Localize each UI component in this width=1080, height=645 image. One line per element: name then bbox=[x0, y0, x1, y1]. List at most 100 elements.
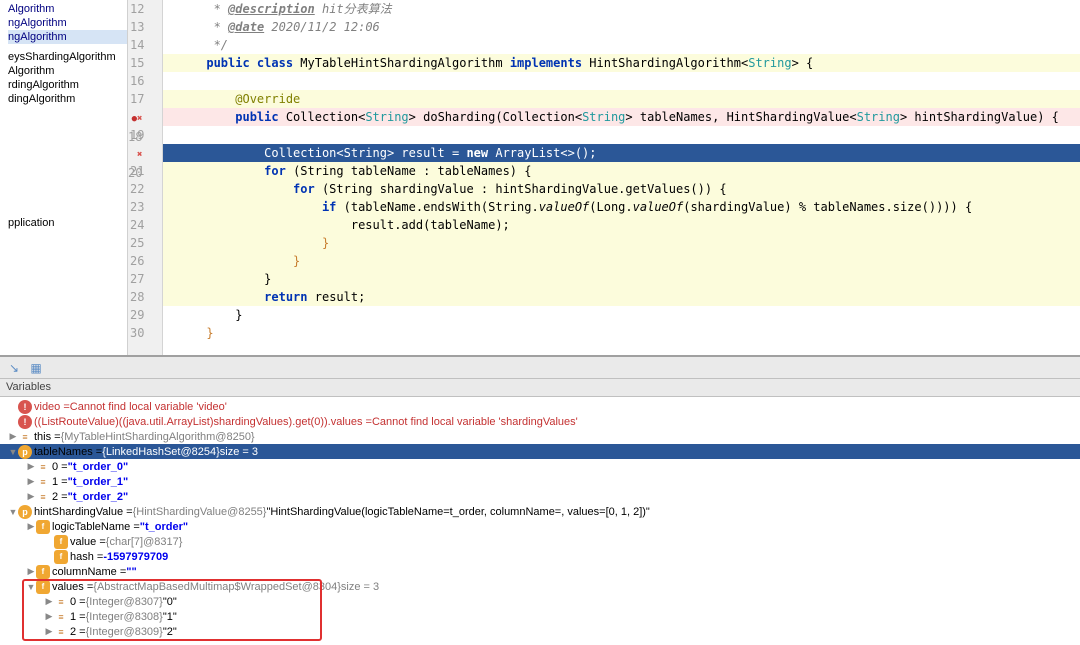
expander-icon[interactable]: ▼ bbox=[8, 507, 18, 517]
expander-icon[interactable]: ▶ bbox=[26, 461, 36, 472]
line-number: 29 bbox=[128, 306, 144, 324]
code-line[interactable]: } bbox=[163, 234, 1080, 252]
tree-item[interactable]: eysShardingAlgorithm bbox=[8, 50, 127, 64]
var-text: Cannot find local variable 'shardingValu… bbox=[372, 416, 578, 428]
expander-icon[interactable]: ▼ bbox=[8, 447, 18, 457]
f-icon: f bbox=[36, 580, 50, 594]
line-number: 16 bbox=[128, 72, 144, 90]
err-icon: ! bbox=[18, 415, 32, 429]
top-pane: AlgorithmngAlgorithmngAlgorithmeysShardi… bbox=[0, 0, 1080, 355]
code-line[interactable]: * @date 2020/11/2 12:06 bbox=[163, 18, 1080, 36]
var-row[interactable]: ▶fcolumnName = "" bbox=[0, 564, 1080, 579]
tree-item[interactable]: ngAlgorithm bbox=[8, 16, 127, 30]
var-row[interactable]: ▶≡0 = {Integer@8307} "0" bbox=[0, 594, 1080, 609]
line-number: ●✖ 18 bbox=[128, 108, 144, 126]
var-row[interactable]: ▶≡2 = {Integer@8309} "2" bbox=[0, 624, 1080, 639]
var-text: {AbstractMapBasedMultimap$WrappedSet@830… bbox=[93, 581, 341, 593]
expander-icon[interactable]: ▶ bbox=[8, 431, 18, 442]
var-text: 1 = bbox=[52, 476, 68, 488]
expander-icon[interactable]: ▶ bbox=[44, 626, 54, 637]
var-row[interactable]: ▶≡this = {MyTableHintShardingAlgorithm@8… bbox=[0, 429, 1080, 444]
line-number: 30 bbox=[128, 324, 144, 342]
eq-icon: ≡ bbox=[36, 475, 50, 489]
code-line[interactable]: */ bbox=[163, 36, 1080, 54]
var-row[interactable]: ▼ptableNames = {LinkedHashSet@8254} size… bbox=[0, 444, 1080, 459]
debug-pane: ↘ ▦ Variables !video = Cannot find local… bbox=[0, 355, 1080, 645]
var-text: 1 = bbox=[70, 611, 86, 623]
debug-toolbar[interactable]: ↘ ▦ bbox=[0, 357, 1080, 379]
expander-icon[interactable]: ▶ bbox=[44, 611, 54, 622]
var-row[interactable]: fhash = -1597979709 bbox=[0, 549, 1080, 564]
var-row[interactable]: !video = Cannot find local variable 'vid… bbox=[0, 399, 1080, 414]
var-text: "HintShardingValue(logicTableName=t_orde… bbox=[266, 506, 649, 518]
code-line[interactable]: return result; bbox=[163, 288, 1080, 306]
var-row[interactable]: !((ListRouteValue)((java.util.ArrayList)… bbox=[0, 414, 1080, 429]
code-line[interactable] bbox=[163, 72, 1080, 90]
var-text: "t_order_1" bbox=[68, 476, 129, 488]
variables-tab[interactable]: Variables bbox=[0, 379, 1080, 397]
frames-icon[interactable]: ▦ bbox=[28, 360, 44, 376]
code-line[interactable]: } bbox=[163, 252, 1080, 270]
var-text: "1" bbox=[163, 611, 177, 623]
var-text: "" bbox=[126, 566, 136, 578]
var-text: {HintShardingValue@8255} bbox=[133, 506, 267, 518]
expander-icon[interactable]: ▶ bbox=[26, 521, 36, 532]
code-line[interactable]: } bbox=[163, 270, 1080, 288]
code-line[interactable] bbox=[163, 126, 1080, 144]
code-line[interactable]: Collection<String> result = new ArrayLis… bbox=[163, 144, 1080, 162]
code-line[interactable]: public class MyTableHintShardingAlgorith… bbox=[163, 54, 1080, 72]
var-text: size = 3 bbox=[220, 446, 258, 458]
code-editor[interactable]: 121314151617●✖ 1819✖ 2021222324252627282… bbox=[128, 0, 1080, 355]
expander-icon[interactable]: ▶ bbox=[26, 566, 36, 577]
tree-item[interactable]: dingAlgorithm bbox=[8, 92, 127, 106]
expander-icon[interactable]: ▶ bbox=[26, 476, 36, 487]
code-line[interactable]: result.add(tableName); bbox=[163, 216, 1080, 234]
tree-item[interactable]: Algorithm bbox=[8, 2, 127, 16]
var-row[interactable]: fvalue = {char[7]@8317} bbox=[0, 534, 1080, 549]
gutter: 121314151617●✖ 1819✖ 2021222324252627282… bbox=[128, 0, 163, 355]
line-number: 19 bbox=[128, 126, 144, 144]
code-line[interactable]: } bbox=[163, 306, 1080, 324]
var-row[interactable]: ▶≡1 = {Integer@8308} "1" bbox=[0, 609, 1080, 624]
line-number: 27 bbox=[128, 270, 144, 288]
var-text: columnName = bbox=[52, 566, 126, 578]
var-text: value = bbox=[70, 536, 106, 548]
step-icon[interactable]: ↘ bbox=[6, 360, 22, 376]
code-line[interactable]: if (tableName.endsWith(String.valueOf(Lo… bbox=[163, 198, 1080, 216]
line-number: 28 bbox=[128, 288, 144, 306]
expander-icon[interactable]: ▼ bbox=[26, 582, 36, 592]
tree-item[interactable]: Algorithm bbox=[8, 64, 127, 78]
var-text: hash = bbox=[70, 551, 103, 563]
var-row[interactable]: ▶≡0 = "t_order_0" bbox=[0, 459, 1080, 474]
var-text: 2 = bbox=[52, 491, 68, 503]
tree-item[interactable]: rdingAlgorithm bbox=[8, 78, 127, 92]
code-line[interactable]: for (String shardingValue : hintSharding… bbox=[163, 180, 1080, 198]
eq-icon: ≡ bbox=[54, 625, 68, 639]
var-text: "t_order_2" bbox=[68, 491, 129, 503]
eq-icon: ≡ bbox=[18, 430, 32, 444]
var-row[interactable]: ▼fvalues = {AbstractMapBasedMultimap$Wra… bbox=[0, 579, 1080, 594]
line-number: 21 bbox=[128, 162, 144, 180]
var-text: Cannot find local variable 'video' bbox=[70, 401, 227, 413]
code-area[interactable]: * @description hit分表算法 * @date 2020/11/2… bbox=[163, 0, 1080, 355]
code-line[interactable]: @Override bbox=[163, 90, 1080, 108]
code-line[interactable]: public Collection<String> doSharding(Col… bbox=[163, 108, 1080, 126]
var-text: this = bbox=[34, 431, 61, 443]
var-row[interactable]: ▶flogicTableName = "t_order" bbox=[0, 519, 1080, 534]
expander-icon[interactable]: ▶ bbox=[26, 491, 36, 502]
var-row[interactable]: ▶≡1 = "t_order_1" bbox=[0, 474, 1080, 489]
var-text: {Integer@8309} bbox=[86, 626, 163, 638]
tree-item[interactable]: pplication bbox=[8, 216, 127, 230]
code-line[interactable]: * @description hit分表算法 bbox=[163, 0, 1080, 18]
var-text: tableNames = bbox=[34, 446, 102, 458]
var-text: -1597979709 bbox=[103, 551, 168, 563]
tree-item[interactable]: ngAlgorithm bbox=[8, 30, 127, 44]
code-line[interactable]: } bbox=[163, 324, 1080, 342]
var-text: 0 = bbox=[52, 461, 68, 473]
code-line[interactable]: for (String tableName : tableNames) { bbox=[163, 162, 1080, 180]
var-row[interactable]: ▼phintShardingValue = {HintShardingValue… bbox=[0, 504, 1080, 519]
expander-icon[interactable]: ▶ bbox=[44, 596, 54, 607]
project-tree[interactable]: AlgorithmngAlgorithmngAlgorithmeysShardi… bbox=[0, 0, 128, 355]
var-row[interactable]: ▶≡2 = "t_order_2" bbox=[0, 489, 1080, 504]
variables-tree[interactable]: !video = Cannot find local variable 'vid… bbox=[0, 397, 1080, 641]
